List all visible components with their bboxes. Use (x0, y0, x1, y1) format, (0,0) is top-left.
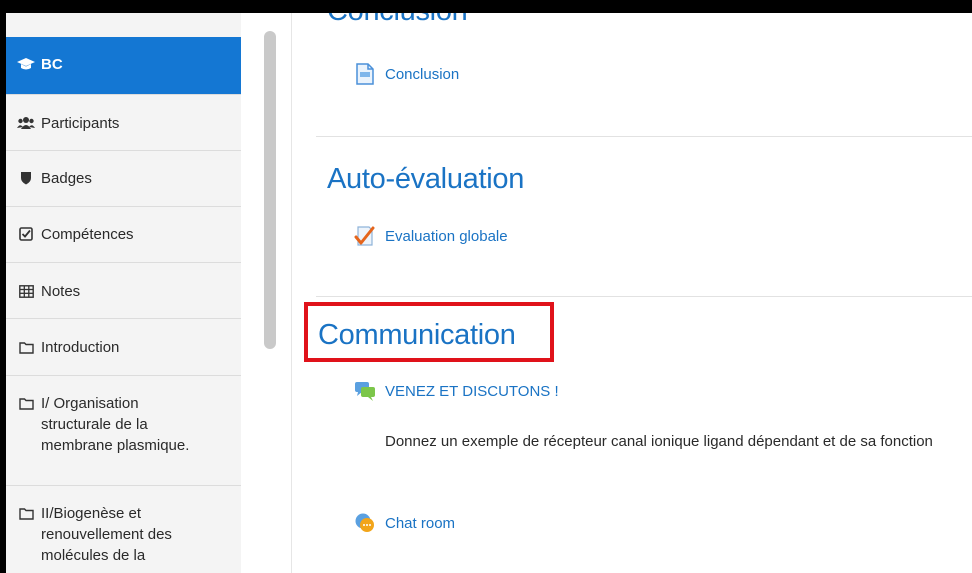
sidebar-item-bc[interactable]: BC (6, 37, 241, 95)
forum-icon (354, 380, 376, 402)
sidebar-item-label: Compétences (41, 226, 134, 243)
sidebar-item-participants[interactable]: Participants (6, 95, 241, 151)
sidebar-item-competences[interactable]: Compétences (6, 207, 241, 263)
checkbox-icon (17, 226, 35, 242)
sidebar-item-label: Participants (41, 115, 120, 132)
sidebar-item-label-line: renouvellement des (41, 526, 172, 543)
sidebar-item-badges[interactable]: Badges (6, 151, 241, 207)
sidebar-item-introduction[interactable]: Introduction (6, 319, 241, 376)
table-icon (17, 283, 35, 299)
graduation-cap-icon (17, 56, 35, 72)
evaluation-globale-label: Evaluation globale (385, 227, 508, 245)
sidebar-item-label: Badges (41, 170, 92, 187)
quiz-icon (354, 225, 376, 247)
section-divider (316, 296, 972, 297)
forum-description: Donnez un exemple de récepteur canal ion… (385, 433, 933, 450)
shield-icon (17, 170, 35, 186)
sidebar-item-label-line: I/ Organisation (41, 395, 139, 412)
browser-viewport: BC Participants Badges Compétences Notes… (6, 13, 972, 573)
sidebar-item-label-line: structurale de la (41, 416, 148, 433)
page-icon (354, 63, 376, 85)
forum-link[interactable]: VENEZ ET DISCUTONS ! (354, 380, 559, 402)
sidebar-item-label: BC (41, 56, 63, 73)
sidebar-item-biogenese[interactable]: II/Biogenèse et renouvellement des moléc… (6, 486, 241, 573)
evaluation-globale-link[interactable]: Evaluation globale (354, 225, 508, 247)
chat-room-label: Chat room (385, 514, 456, 532)
section-divider (316, 136, 972, 137)
chat-room-link[interactable]: Chat room (354, 512, 455, 534)
forum-link-label: VENEZ ET DISCUTONS ! (385, 382, 559, 400)
red-highlight-box (304, 302, 554, 362)
course-sidebar: BC Participants Badges Compétences Notes… (6, 13, 241, 573)
sidebar-divider (291, 13, 292, 573)
folder-icon (17, 505, 35, 521)
section-title-conclusion: Conclusion (327, 13, 468, 28)
sidebar-item-label-line: molécules de la (41, 547, 146, 564)
section-title-auto-evaluation: Auto-évaluation (327, 163, 525, 195)
chat-icon (354, 512, 376, 534)
sidebar-scrollbar-thumb[interactable] (264, 31, 276, 349)
conclusion-link-label: Conclusion (385, 65, 460, 83)
sidebar-item-label: Introduction (41, 339, 120, 356)
sidebar-item-organisation[interactable]: I/ Organisation structurale de la membra… (6, 376, 241, 486)
sidebar-item-label: Notes (41, 283, 81, 300)
sidebar-item-label-line: membrane plasmique. (41, 437, 190, 454)
folder-icon (17, 395, 35, 411)
sidebar-item-label-line: II/Biogenèse et (41, 505, 142, 522)
sidebar-item-notes[interactable]: Notes (6, 263, 241, 319)
conclusion-link[interactable]: Conclusion (354, 63, 459, 85)
folder-icon (17, 339, 35, 355)
users-icon (17, 115, 35, 131)
